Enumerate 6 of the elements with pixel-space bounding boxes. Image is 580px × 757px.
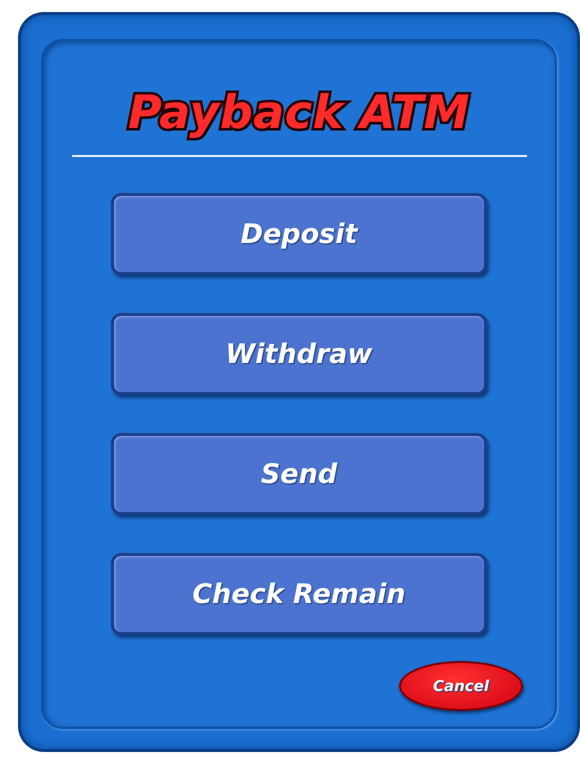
app-title: Payback ATM — [128, 85, 470, 139]
cancel-button[interactable]: Cancel — [399, 661, 523, 711]
menu-button[interactable]: Withdraw — [111, 313, 487, 395]
menu-button[interactable]: Send — [111, 433, 487, 515]
menu-button[interactable]: Check Remain — [111, 553, 487, 635]
menu-button[interactable]: Deposit — [111, 193, 487, 275]
